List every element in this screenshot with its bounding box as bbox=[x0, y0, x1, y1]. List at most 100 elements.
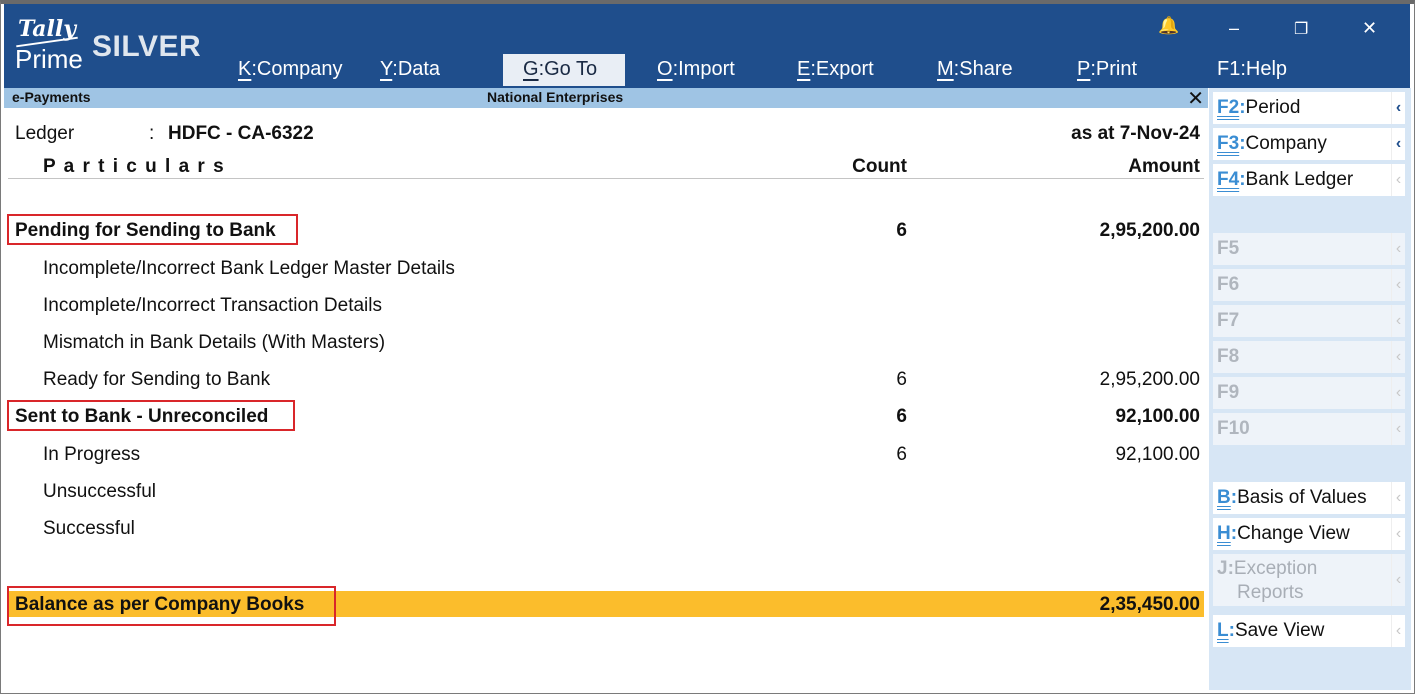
column-amount: Amount bbox=[1128, 156, 1200, 177]
balance-amount: 2,35,450.00 bbox=[1099, 594, 1200, 615]
top-menu-bar: Tally Prime SILVER K:Company Y:Data G:Go… bbox=[4, 4, 1410, 88]
f8-key: F8 bbox=[1217, 346, 1240, 367]
b-key: B bbox=[1217, 487, 1231, 508]
menu-export-key: E bbox=[797, 58, 811, 80]
f3-company-button[interactable]: F3:Company ‹ bbox=[1213, 128, 1405, 160]
f9-button: F9 ‹ bbox=[1213, 377, 1405, 409]
row-sent-label[interactable]: Sent to Bank - Unreconciled bbox=[15, 406, 268, 428]
j-label: Exception bbox=[1233, 558, 1318, 579]
menu-import[interactable]: O:Import bbox=[657, 54, 735, 86]
ledger-separator: : bbox=[149, 123, 155, 144]
button-panel: F2:Period ‹ F3:Company ‹ F4:Bank Ledger … bbox=[1209, 88, 1411, 690]
menu-print-label: Print bbox=[1095, 58, 1138, 80]
menu-share-label: Share bbox=[959, 58, 1013, 80]
menu-export[interactable]: E:Export bbox=[797, 54, 874, 86]
row-incomplete-bank-ledger-label[interactable]: Incomplete/Incorrect Bank Ledger Master … bbox=[43, 258, 455, 280]
row-pending-count: 6 bbox=[896, 220, 907, 241]
row-incomplete-transaction-label[interactable]: Incomplete/Incorrect Transaction Details bbox=[43, 295, 382, 317]
edition-label: SILVER bbox=[92, 30, 202, 63]
f4-key: F4 bbox=[1217, 169, 1240, 190]
f3-key: F3 bbox=[1217, 133, 1240, 154]
chevron-left-icon: ‹ bbox=[1391, 164, 1405, 196]
f5-key: F5 bbox=[1217, 238, 1240, 259]
f2-period-button[interactable]: F2:Period ‹ bbox=[1213, 92, 1405, 124]
row-ready-amount: 2,95,200.00 bbox=[1099, 369, 1200, 390]
menu-import-label: Import bbox=[678, 58, 735, 80]
column-particulars: P a r t i c u l a r s bbox=[43, 156, 226, 177]
l-key: L bbox=[1217, 620, 1229, 641]
menu-company[interactable]: K:Company bbox=[238, 54, 343, 86]
h-key: H bbox=[1217, 523, 1231, 544]
f6-button: F6 ‹ bbox=[1213, 269, 1405, 301]
row-pending-label[interactable]: Pending for Sending to Bank bbox=[15, 220, 276, 242]
chevron-left-icon: ‹ bbox=[1391, 554, 1405, 606]
basis-of-values-button[interactable]: B:Basis of Values ‹ bbox=[1213, 482, 1405, 514]
row-pending-amount: 2,95,200.00 bbox=[1099, 220, 1200, 241]
menu-data-key: Y bbox=[380, 58, 393, 80]
f5-button: F5 ‹ bbox=[1213, 233, 1405, 265]
menu-data[interactable]: Y:Data bbox=[380, 54, 440, 86]
f3-label: Company bbox=[1245, 133, 1327, 154]
row-ready-label[interactable]: Ready for Sending to Bank bbox=[43, 369, 270, 391]
chevron-left-icon[interactable]: ‹ bbox=[1391, 92, 1405, 124]
f10-button: F10 ‹ bbox=[1213, 413, 1405, 445]
row-sent-count: 6 bbox=[896, 406, 907, 427]
tally-prime-logo: Tally Prime SILVER bbox=[12, 16, 222, 86]
j-label-line2: Reports bbox=[1237, 582, 1304, 603]
row-mismatch-label[interactable]: Mismatch in Bank Details (With Masters) bbox=[43, 332, 385, 354]
row-in-progress-count: 6 bbox=[896, 444, 907, 465]
window-close-icon[interactable]: ✕ bbox=[1362, 18, 1377, 39]
menu-export-label: Export bbox=[815, 58, 874, 80]
menu-share-key: M bbox=[937, 58, 954, 80]
menu-import-key: O bbox=[657, 58, 673, 80]
b-label: Basis of Values bbox=[1237, 487, 1367, 508]
l-label: Save View bbox=[1234, 620, 1325, 641]
chevron-left-icon[interactable]: ‹ bbox=[1391, 128, 1405, 160]
menu-company-label: Company bbox=[256, 58, 343, 80]
h-label: Change View bbox=[1237, 523, 1350, 544]
f8-button: F8 ‹ bbox=[1213, 341, 1405, 373]
f4-label: Bank Ledger bbox=[1245, 169, 1354, 190]
chevron-left-icon: ‹ bbox=[1391, 482, 1405, 514]
menu-share[interactable]: M:Share bbox=[937, 54, 1013, 86]
screen-title: e-Payments bbox=[12, 89, 91, 105]
restore-icon[interactable]: ❐ bbox=[1294, 19, 1308, 39]
row-in-progress-amount: 92,100.00 bbox=[1115, 444, 1200, 465]
f6-key: F6 bbox=[1217, 274, 1240, 295]
menu-help-key: F1 bbox=[1217, 58, 1241, 80]
f2-key: F2 bbox=[1217, 97, 1240, 118]
balance-label: Balance as per Company Books bbox=[15, 594, 305, 615]
row-sent-amount: 92,100.00 bbox=[1115, 406, 1200, 427]
logo-prime-text: Prime bbox=[15, 44, 83, 74]
chevron-left-icon: ‹ bbox=[1391, 233, 1405, 265]
menu-print[interactable]: P:Print bbox=[1077, 54, 1137, 86]
company-name: National Enterprises bbox=[487, 89, 624, 105]
f4-bank-ledger-button[interactable]: F4:Bank Ledger ‹ bbox=[1213, 164, 1405, 196]
menu-data-label: Data bbox=[397, 58, 441, 80]
row-ready-count: 6 bbox=[896, 369, 907, 390]
ledger-value[interactable]: HDFC - CA-6322 bbox=[168, 123, 314, 145]
column-count: Count bbox=[852, 156, 907, 177]
chevron-left-icon: ‹ bbox=[1391, 377, 1405, 409]
chevron-left-icon: ‹ bbox=[1391, 341, 1405, 373]
row-in-progress-label[interactable]: In Progress bbox=[43, 444, 140, 466]
f9-key: F9 bbox=[1217, 382, 1240, 403]
j-key: J bbox=[1217, 558, 1228, 579]
menu-goto[interactable]: G:Go To bbox=[503, 54, 625, 86]
chevron-left-icon: ‹ bbox=[1391, 269, 1405, 301]
screen-title-bar: e-Payments National Enterprises ✕ bbox=[4, 88, 1208, 110]
bell-icon[interactable]: 🔔 bbox=[1158, 16, 1179, 36]
row-successful-label[interactable]: Successful bbox=[43, 518, 135, 540]
minimize-icon[interactable]: – bbox=[1229, 18, 1239, 39]
menu-goto-key: G bbox=[523, 58, 539, 80]
chevron-left-icon: ‹ bbox=[1391, 305, 1405, 337]
save-view-button[interactable]: L:Save View ‹ bbox=[1213, 615, 1405, 647]
chevron-left-icon: ‹ bbox=[1391, 615, 1405, 647]
change-view-button[interactable]: H:Change View ‹ bbox=[1213, 518, 1405, 550]
ledger-label: Ledger bbox=[15, 123, 75, 144]
menu-help[interactable]: F1:Help bbox=[1217, 54, 1287, 86]
report-body: Ledger : HDFC - CA-6322 as at 7-Nov-24 P… bbox=[4, 108, 1208, 690]
chevron-left-icon: ‹ bbox=[1391, 413, 1405, 445]
row-unsuccessful-label[interactable]: Unsuccessful bbox=[43, 481, 156, 503]
exception-reports-button: J:Exception Reports ‹ bbox=[1213, 554, 1405, 606]
